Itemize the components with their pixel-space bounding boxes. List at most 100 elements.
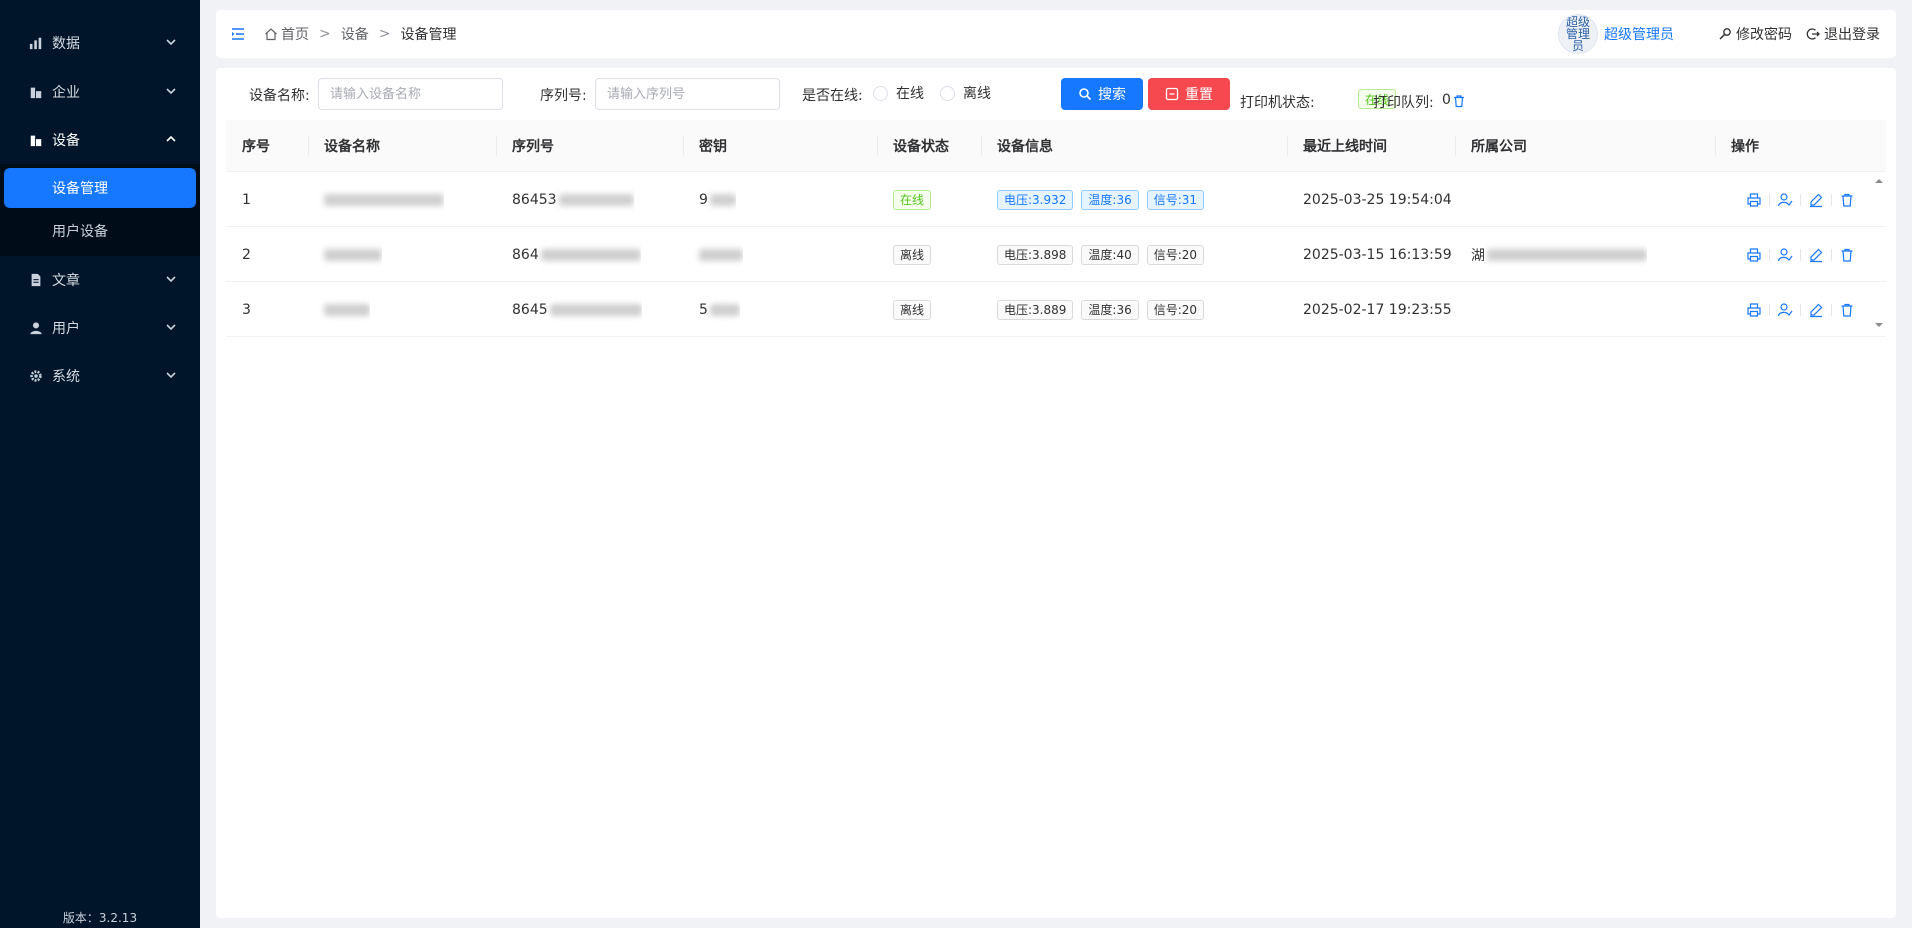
op-divider — [1769, 193, 1770, 206]
print-queue-label: 打印队列: — [1373, 95, 1434, 111]
breadcrumb: 首页 > 设备 > 设备管理 — [264, 10, 456, 58]
trash-icon[interactable] — [1839, 192, 1855, 208]
sidebar-item-data[interactable]: 数据 — [0, 21, 200, 65]
cell-serial: 86453 — [496, 172, 634, 227]
subitem-label: 用户设备 — [52, 224, 108, 240]
serial-input[interactable] — [595, 78, 780, 110]
edit-icon[interactable] — [1808, 192, 1824, 208]
logout-label: 退出登录 — [1824, 27, 1880, 43]
sidebar-item-label: 企业 — [52, 85, 80, 101]
status-badge: 离线 — [893, 299, 932, 320]
sidebar-item-articles[interactable]: 文章 — [0, 258, 200, 302]
gear-icon — [28, 368, 44, 384]
logout-button[interactable]: 退出登录 — [1806, 24, 1880, 44]
temperature-tag: 温度:40 — [1081, 244, 1139, 265]
logout-icon — [1806, 28, 1820, 40]
printer-icon[interactable] — [1746, 192, 1762, 208]
clear-queue-trash-icon[interactable] — [1452, 94, 1466, 108]
key-visible: 5 — [699, 301, 708, 318]
sidebar-item-system[interactable]: 系统 — [0, 354, 200, 398]
sidebar-subitem-user-devices[interactable]: 用户设备 — [4, 211, 196, 251]
op-divider — [1831, 193, 1832, 206]
voltage-tag: 电压:3.898 — [997, 244, 1074, 265]
user-bind-icon[interactable] — [1777, 247, 1793, 263]
cell-last-online: 2025-03-25 19:54:04 — [1303, 191, 1452, 208]
op-divider — [1800, 303, 1801, 316]
cell-index: 1 — [242, 191, 251, 208]
sidebar-subitem-device-management[interactable]: 设备管理 — [4, 168, 196, 208]
user-bind-icon[interactable] — [1777, 302, 1793, 318]
user-icon — [28, 320, 44, 336]
change-password-button[interactable]: 修改密码 — [1718, 24, 1792, 44]
sidebar-item-users[interactable]: 用户 — [0, 306, 200, 350]
search-button-label: 搜索 — [1098, 87, 1126, 103]
scroll-up-arrow-icon[interactable] — [1874, 176, 1884, 186]
breadcrumb-home[interactable]: 首页 — [281, 24, 309, 44]
chevron-down-icon — [166, 324, 176, 331]
cell-key — [683, 227, 743, 282]
sidebar-item-device[interactable]: 设备 — [0, 118, 200, 162]
signal-tag: 信号:20 — [1146, 299, 1205, 320]
table-header: 序号 设备名称 序列号 密钥 设备状态 设备信息 最近上线时间 所属公司 操作 — [226, 120, 1886, 172]
trash-icon[interactable] — [1839, 247, 1855, 263]
radio-circle — [873, 85, 888, 101]
home-icon — [265, 28, 277, 41]
key-visible: 9 — [699, 191, 708, 208]
edit-icon[interactable] — [1808, 302, 1824, 318]
temperature-tag: 温度:36 — [1081, 299, 1139, 320]
cell-company — [1455, 282, 1471, 337]
search-button[interactable]: 搜索 — [1061, 78, 1143, 110]
cell-status: 离线 — [877, 227, 932, 282]
serial-visible: 8645 — [512, 301, 548, 318]
cell-last-online: 2025-03-15 16:13:59 — [1303, 246, 1452, 263]
offline-radio[interactable]: 离线 — [940, 83, 991, 103]
user-name[interactable]: 超级管理员 — [1604, 24, 1674, 44]
signal-tag: 信号:31 — [1146, 189, 1205, 210]
menu-fold-icon[interactable] — [230, 26, 246, 42]
chevron-down-icon — [166, 372, 176, 379]
trash-icon[interactable] — [1839, 302, 1855, 318]
reset-button[interactable]: 重置 — [1148, 78, 1230, 110]
serial-visible: 86453 — [512, 191, 557, 208]
table-row: 1 86453 9 在线 电压:3.932 温度:36 信号:31 2025-0… — [226, 172, 1886, 227]
search-icon — [1079, 88, 1092, 101]
device-table: 序号 设备名称 序列号 密钥 设备状态 设备信息 最近上线时间 所属公司 操作 … — [226, 120, 1886, 337]
cell-company: 湖 — [1455, 227, 1647, 282]
col-serial: 序列号 — [512, 139, 554, 155]
cell-device-info: 电压:3.898 温度:40 信号:20 — [981, 227, 1212, 282]
printer-icon[interactable] — [1746, 247, 1762, 263]
breadcrumb-separator: > — [319, 26, 331, 42]
avatar-text: 超级管理员 — [1565, 15, 1590, 53]
col-key: 密钥 — [699, 139, 727, 155]
sidebar-item-label: 设备 — [52, 133, 80, 149]
edit-icon[interactable] — [1808, 247, 1824, 263]
key-icon — [1719, 28, 1731, 40]
printer-status-label: 打印机状态: — [1240, 95, 1315, 111]
online-radio[interactable]: 在线 — [873, 83, 924, 103]
cell-index: 2 — [242, 246, 251, 263]
sidebar-item-label: 用户 — [52, 321, 80, 337]
cell-device-info: 电压:3.889 温度:36 信号:20 — [981, 282, 1212, 337]
chevron-down-icon — [166, 39, 176, 46]
building-icon — [28, 132, 44, 148]
cell-actions — [1730, 172, 1855, 227]
sidebar-item-label: 系统 — [52, 369, 80, 385]
change-password-label: 修改密码 — [1736, 27, 1792, 43]
printer-icon[interactable] — [1746, 302, 1762, 318]
voltage-tag: 电压:3.932 — [997, 189, 1074, 210]
radio-circle — [940, 85, 955, 101]
signal-tag: 信号:20 — [1146, 244, 1205, 265]
sidebar-item-enterprise[interactable]: 企业 — [0, 70, 200, 114]
cell-index: 3 — [242, 301, 251, 318]
avatar[interactable]: 超级管理员 — [1558, 14, 1598, 54]
serial-label: 序列号: — [540, 88, 587, 104]
search-bar: 设备名称: 序列号: 是否在线: 在线 离线 搜索 重置 打印机状态: 在线 打… — [216, 68, 1896, 120]
sidebar: 数据 企业 设备 设备管理 用户设备 文章 用户 系统 版本：3.2.13 — [0, 0, 200, 928]
breadcrumb-device[interactable]: 设备 — [341, 24, 369, 44]
top-header: 首页 > 设备 > 设备管理 超级管理员 超级管理员 修改密码 退出登录 — [216, 10, 1896, 58]
cell-company — [1455, 172, 1471, 227]
device-name-input[interactable] — [318, 78, 503, 110]
user-bind-icon[interactable] — [1777, 192, 1793, 208]
print-queue-count: 0 — [1442, 92, 1451, 108]
scroll-down-arrow-icon[interactable] — [1874, 320, 1884, 330]
